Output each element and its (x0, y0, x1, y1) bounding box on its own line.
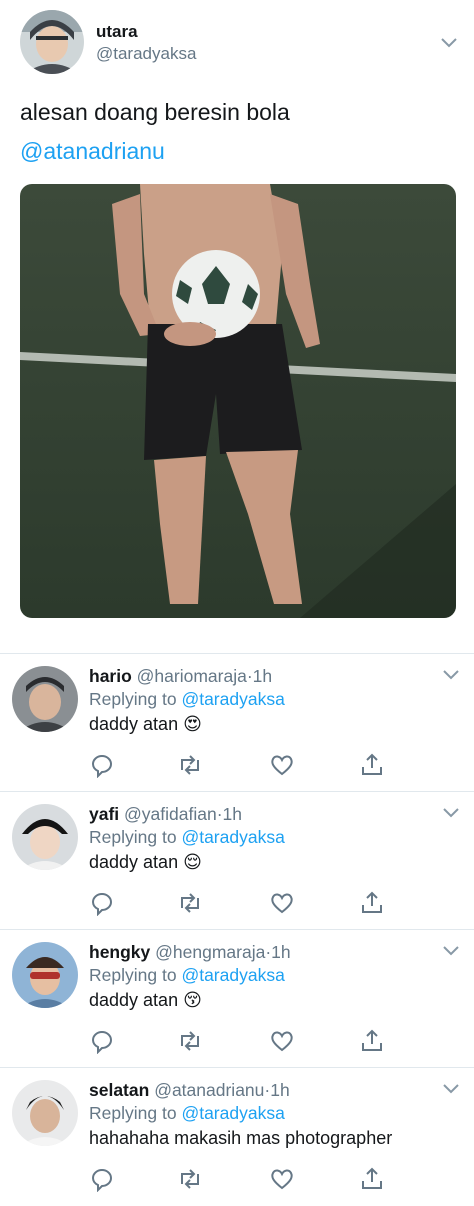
retweet-icon[interactable] (177, 1028, 203, 1054)
reply-icon[interactable] (89, 890, 115, 917)
heart-icon[interactable] (269, 1166, 295, 1192)
reply-text: daddy atan 😍 (89, 714, 202, 735)
replying-to-label: Replying to (89, 827, 177, 847)
retweet-icon[interactable] (177, 1166, 203, 1192)
reply-author-name[interactable]: yafi (89, 804, 119, 824)
chevron-down-icon[interactable] (442, 668, 460, 686)
avatar[interactable] (12, 1080, 78, 1146)
replying-to-link[interactable]: @taradyaksa (181, 1103, 284, 1123)
reply-tweet[interactable]: hengky @hengmaraja·1h Replying to @tarad… (0, 930, 474, 1068)
avatar[interactable] (12, 942, 78, 1008)
heart-icon[interactable] (269, 890, 295, 916)
replying-to: Replying to @taradyaksa (89, 689, 285, 710)
heart-icon[interactable] (269, 752, 295, 778)
share-icon[interactable] (359, 1028, 385, 1054)
replying-to: Replying to @taradyaksa (89, 827, 285, 848)
reply-author-name[interactable]: selatan (89, 1080, 149, 1100)
avatar[interactable] (12, 804, 78, 870)
emoji: 😚 (183, 990, 202, 1010)
reply-text-content: daddy atan (89, 852, 179, 872)
reply-author-handle[interactable]: @yafidafian (124, 804, 217, 824)
replying-to-label: Replying to (89, 689, 177, 709)
retweet-icon[interactable] (177, 890, 203, 916)
timestamp[interactable]: 1h (270, 1080, 289, 1100)
reply-author-handle[interactable]: @hengmaraja (155, 942, 265, 962)
reply-text-content: daddy atan (89, 714, 179, 734)
replying-to: Replying to @taradyaksa (89, 1103, 285, 1124)
reply-icon[interactable] (89, 752, 115, 779)
reply-tweet[interactable]: yafi @yafidafian·1h Replying to @taradya… (0, 792, 474, 930)
retweet-icon[interactable] (177, 752, 203, 778)
reply-icon[interactable] (89, 1166, 115, 1193)
chevron-down-icon[interactable] (442, 1082, 460, 1100)
replying-to-link[interactable]: @taradyaksa (181, 689, 284, 709)
avatar[interactable] (12, 666, 78, 732)
tweet-photo[interactable] (20, 184, 456, 618)
reply-author-handle[interactable]: @atanadrianu (154, 1080, 264, 1100)
replying-to-label: Replying to (89, 1103, 177, 1123)
share-icon[interactable] (359, 752, 385, 778)
reply-text: daddy atan 😚 (89, 990, 202, 1011)
reply-text-content: hahahaha makasih mas photographer (89, 1128, 393, 1148)
replying-to-link[interactable]: @taradyaksa (181, 827, 284, 847)
reply-tweet[interactable]: hario @hariomaraja·1h Replying to @tarad… (0, 654, 474, 792)
replying-to-link[interactable]: @taradyaksa (181, 965, 284, 985)
emoji: 😌 (183, 852, 202, 872)
author-name[interactable]: utara (96, 22, 138, 42)
share-icon[interactable] (359, 890, 385, 916)
emoji: 😍 (183, 714, 202, 734)
reply-header: yafi @yafidafian·1h (89, 804, 242, 825)
timestamp[interactable]: 1h (253, 666, 272, 686)
replying-to: Replying to @taradyaksa (89, 965, 285, 986)
reply-header: selatan @atanadrianu·1h (89, 1080, 290, 1101)
reply-text-content: daddy atan (89, 990, 179, 1010)
heart-icon[interactable] (269, 1028, 295, 1054)
chevron-down-icon[interactable] (442, 944, 460, 962)
share-icon[interactable] (359, 1166, 385, 1192)
reply-author-name[interactable]: hengky (89, 942, 150, 962)
reply-icon[interactable] (89, 1028, 115, 1055)
author-handle[interactable]: @taradyaksa (96, 44, 196, 64)
reply-text: hahahaha makasih mas photographer (89, 1128, 392, 1149)
reply-author-name[interactable]: hario (89, 666, 132, 686)
reply-header: hengky @hengmaraja·1h (89, 942, 291, 963)
chevron-down-icon[interactable] (440, 36, 458, 54)
chevron-down-icon[interactable] (442, 806, 460, 824)
replying-to-label: Replying to (89, 965, 177, 985)
reply-author-handle[interactable]: @hariomaraja (137, 666, 247, 686)
timestamp[interactable]: 1h (223, 804, 242, 824)
tweet-text: alesan doang beresin bola (20, 99, 290, 125)
reply-tweet[interactable]: selatan @atanadrianu·1h Replying to @tar… (0, 1068, 474, 1206)
reply-text: daddy atan 😌 (89, 852, 202, 873)
tweet-mention-link[interactable]: @atanadrianu (20, 138, 165, 165)
reply-header: hario @hariomaraja·1h (89, 666, 272, 687)
timestamp[interactable]: 1h (271, 942, 290, 962)
author-avatar[interactable] (20, 10, 84, 74)
